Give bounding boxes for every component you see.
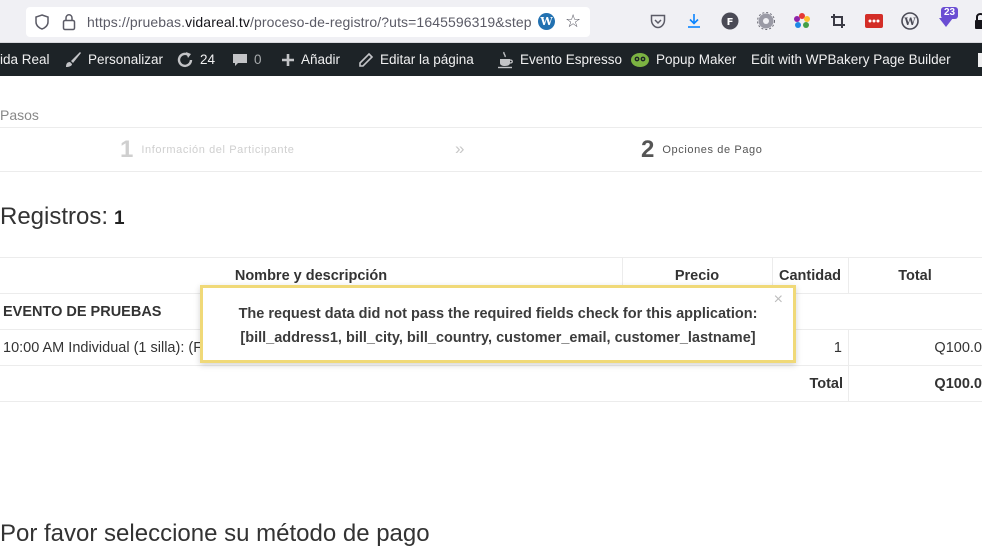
payment-method-title: Por favor seleccione su método de pago bbox=[0, 520, 430, 547]
star-icon[interactable]: ☆ bbox=[565, 11, 581, 32]
wpbakery-label: Edit with WPBakery Page Builder bbox=[751, 52, 951, 67]
edit-page-label: Editar la página bbox=[380, 52, 474, 67]
step-2-number: 2 bbox=[641, 136, 655, 163]
gear-extension-icon[interactable] bbox=[756, 11, 776, 31]
admin-event-espresso[interactable]: Evento Espresso bbox=[498, 43, 622, 76]
step-2-label: Opciones de Pago bbox=[662, 144, 763, 156]
registrations-title: Registros: 1 bbox=[0, 203, 125, 231]
admin-add-new[interactable]: Añadir bbox=[281, 43, 340, 76]
error-alert: × The request data did not pass the requ… bbox=[200, 285, 796, 363]
extension-f-icon[interactable]: F bbox=[720, 11, 740, 31]
steps-bar: 1 Información del Participante » 2 Opcio… bbox=[0, 127, 982, 172]
url-prefix: https://pruebas. bbox=[87, 14, 186, 30]
wordpress-icon[interactable]: W bbox=[538, 13, 555, 30]
lock-extension-icon[interactable] bbox=[970, 11, 982, 31]
steps-heading: Pasos bbox=[0, 107, 39, 123]
refresh-icon bbox=[176, 51, 194, 69]
extension-badge: 23 bbox=[941, 7, 959, 19]
url-bar[interactable]: https://pruebas.vidareal.tv/proceso-de-r… bbox=[26, 7, 590, 37]
svg-text:F: F bbox=[727, 17, 734, 28]
url-text[interactable]: https://pruebas.vidareal.tv/proceso-de-r… bbox=[87, 14, 532, 30]
step-1-number: 1 bbox=[120, 136, 134, 163]
event-espresso-label: Evento Espresso bbox=[520, 52, 623, 67]
item-total: Q100.0 bbox=[934, 339, 982, 356]
admin-edit-page[interactable]: Editar la página bbox=[358, 43, 474, 76]
step-1-label: Información del Participante bbox=[141, 144, 295, 156]
plus-icon bbox=[281, 53, 295, 67]
total-label: Total bbox=[809, 375, 843, 392]
close-icon[interactable]: × bbox=[774, 291, 783, 309]
add-new-label: Añadir bbox=[301, 52, 341, 67]
color-picker-icon[interactable] bbox=[792, 11, 812, 31]
admin-comments[interactable]: 0 bbox=[232, 43, 262, 76]
table-total-row: Total Q100.0 bbox=[0, 366, 982, 402]
admin-updates[interactable]: 24 bbox=[176, 43, 215, 76]
admin-wpbakery[interactable]: Edit with WPBakery Page Builder bbox=[751, 43, 951, 76]
pocket-icon[interactable] bbox=[648, 11, 668, 31]
url-domain: vidareal.tv bbox=[185, 14, 251, 30]
download-icon[interactable] bbox=[684, 11, 704, 31]
step-separator: » bbox=[455, 139, 465, 158]
lock-icon[interactable] bbox=[62, 13, 76, 36]
step-1[interactable]: 1 Información del Participante bbox=[120, 136, 295, 164]
comment-icon bbox=[232, 52, 248, 68]
admin-customize[interactable]: Personalizar bbox=[64, 43, 163, 76]
registrations-count: 1 bbox=[114, 208, 125, 229]
registrations-label: Registros: bbox=[0, 203, 109, 230]
wordpress-ext-icon[interactable]: W bbox=[900, 11, 920, 31]
popup-maker-icon bbox=[630, 51, 650, 69]
pencil-icon bbox=[358, 52, 374, 68]
url-path: /proceso-de-registro/?uts=1645596319&ste… bbox=[250, 14, 532, 30]
shield-icon[interactable] bbox=[34, 14, 50, 35]
wp-admin-bar: ida Real Personalizar 24 0 Añadir Editar… bbox=[0, 43, 982, 76]
admin-popup-maker[interactable]: Popup Maker bbox=[630, 43, 736, 76]
site-name-label: ida Real bbox=[0, 52, 50, 67]
admin-site-name[interactable]: ida Real bbox=[0, 43, 50, 76]
step-2: 2 Opciones de Pago bbox=[641, 136, 762, 164]
customize-label: Personalizar bbox=[88, 52, 164, 67]
grand-total: Q100.0 bbox=[934, 375, 982, 392]
comments-count: 0 bbox=[254, 52, 262, 67]
svg-text:W: W bbox=[903, 17, 916, 28]
updates-count: 24 bbox=[200, 52, 216, 67]
browser-toolbar: https://pruebas.vidareal.tv/proceso-de-r… bbox=[0, 0, 982, 43]
admin-bar-edge bbox=[978, 53, 982, 67]
header-total: Total bbox=[898, 267, 932, 284]
coffee-cup-icon bbox=[498, 51, 514, 69]
alert-message-line-1: The request data did not pass the requir… bbox=[238, 306, 758, 322]
alert-message-line-2: [bill_address1, bill_city, bill_country,… bbox=[240, 330, 756, 346]
brush-icon bbox=[64, 51, 82, 69]
crop-icon[interactable] bbox=[828, 11, 848, 31]
lastpass-icon[interactable] bbox=[864, 11, 884, 31]
popup-maker-label: Popup Maker bbox=[656, 52, 737, 67]
